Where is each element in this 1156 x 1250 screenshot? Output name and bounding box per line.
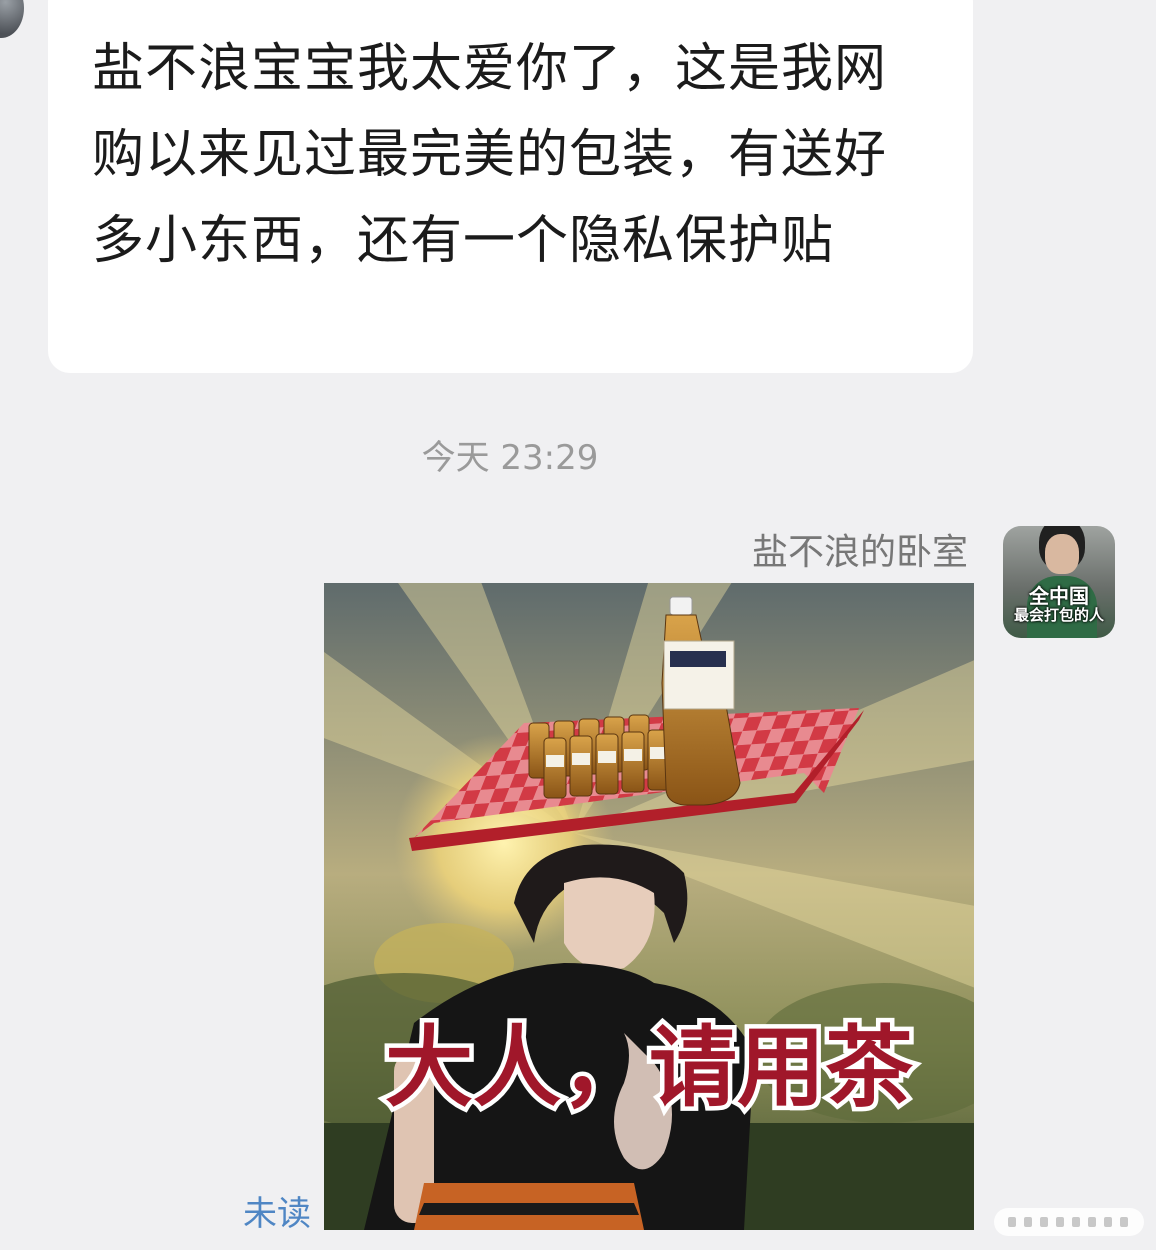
sticker-image[interactable]: 大人，请用茶 (324, 583, 974, 1230)
watermark (994, 1208, 1144, 1236)
sticker-illustration: 大人，请用茶 (324, 583, 974, 1230)
incoming-message-text: 盐不浪宝宝我太爱你了，这是我网购以来见过最完美的包装，有送好多小东西，还有一个隐… (92, 39, 888, 271)
avatar-face (1045, 534, 1079, 574)
sender-avatar[interactable]: 全中国 最会打包的人 (1003, 526, 1115, 638)
avatar-caption-line2: 最会打包的人 (1013, 606, 1104, 624)
contact-avatar[interactable] (0, 0, 24, 38)
unread-status[interactable]: 未读 (243, 1186, 311, 1235)
sender-name: 盐不浪的卧室 (751, 532, 968, 573)
message-timestamp: 今天 23:29 (421, 438, 599, 478)
sticker-caption: 大人，请用茶 (385, 1016, 914, 1119)
incoming-message-bubble[interactable]: 盐不浪宝宝我太爱你了，这是我网购以来见过最完美的包装，有送好多小东西，还有一个隐… (48, 0, 973, 373)
